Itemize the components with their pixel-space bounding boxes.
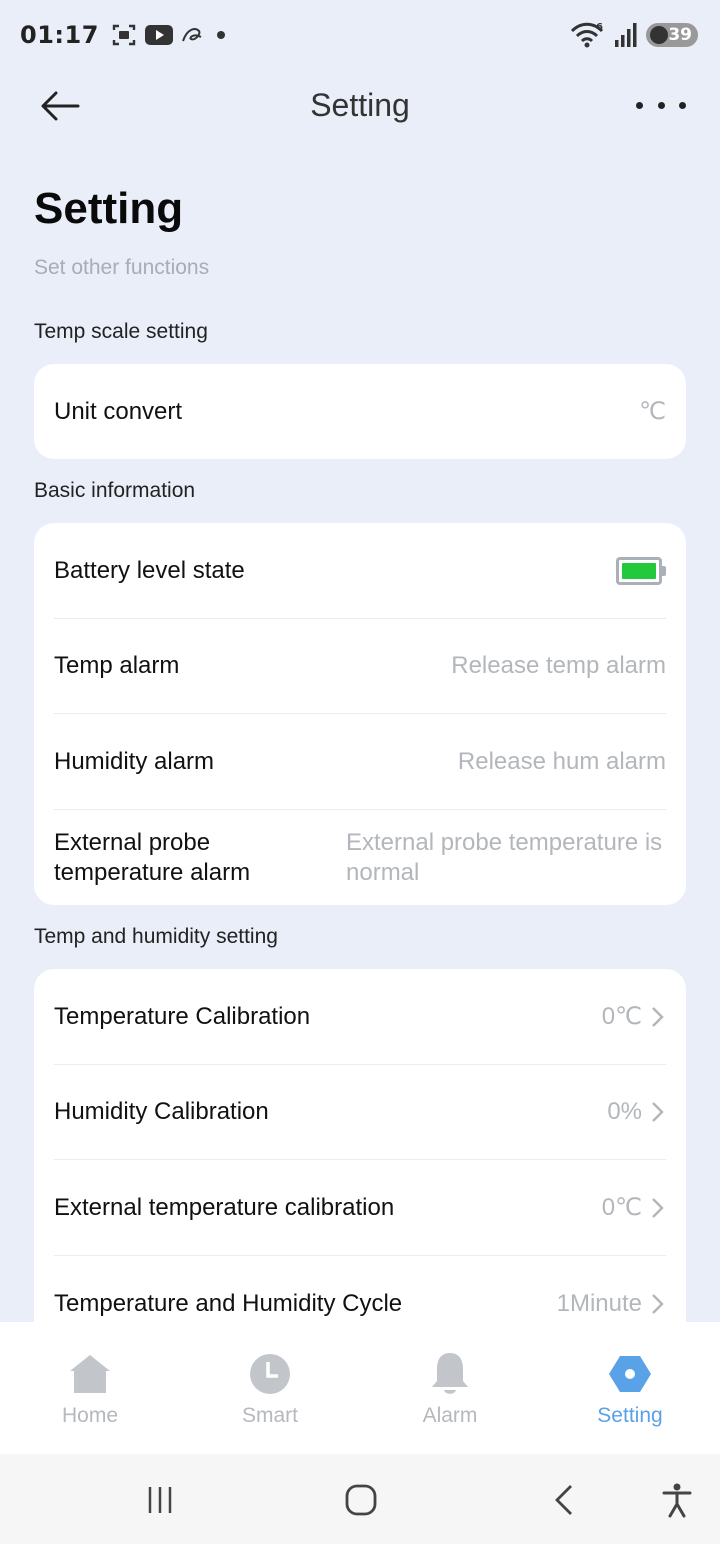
bell-icon: [428, 1352, 472, 1396]
arrow-left-icon: [41, 91, 80, 121]
row-label: External probe temperature alarm: [54, 828, 251, 886]
row-temp-humidity-cycle[interactable]: Temperature and Humidity Cycle 1Minute: [54, 1256, 666, 1329]
app-bar-title: Setting: [310, 86, 410, 123]
chevron-right-icon: [652, 1293, 664, 1314]
accessibility-button[interactable]: [655, 1478, 699, 1522]
row-value: ℃: [639, 397, 666, 425]
battery-indicator: 39: [646, 23, 698, 47]
system-nav-bar: [0, 1454, 720, 1544]
more-options-button[interactable]: [636, 90, 686, 120]
row-value-wrap: 0%: [607, 1097, 666, 1127]
link-icon: [181, 28, 202, 42]
svg-text:6: 6: [596, 22, 603, 33]
tab-alarm[interactable]: Alarm: [360, 1352, 540, 1428]
battery-saver-icon: [650, 26, 668, 44]
chevron-right-icon: [652, 1006, 664, 1027]
row-temperature-calibration[interactable]: Temperature Calibration 0℃: [54, 969, 666, 1065]
section-label-temp-humidity: Temp and humidity setting: [34, 925, 278, 948]
row-label: Temperature Calibration: [54, 1002, 311, 1030]
row-value: Release temp alarm: [451, 652, 666, 679]
row-value-wrap: 0℃: [602, 1002, 666, 1032]
screenshot-icon: [112, 24, 136, 46]
tab-label: Setting: [597, 1404, 663, 1427]
home-nav-button[interactable]: [339, 1478, 383, 1522]
wifi-icon: 6: [570, 22, 604, 48]
back-chevron-icon: [555, 1485, 572, 1515]
tab-label: Alarm: [422, 1404, 478, 1427]
hexagon-gear-icon: [608, 1352, 652, 1396]
battery-percent: 39: [668, 25, 692, 45]
battery-full-icon: [616, 556, 666, 585]
row-label: Temperature and Humidity Cycle: [54, 1289, 403, 1317]
card-basic-info: Battery level state Temp alarm Release t…: [34, 523, 686, 905]
row-label: External temperature calibration: [54, 1193, 395, 1221]
row-label: Battery level state: [54, 556, 245, 584]
tab-label: Smart: [241, 1404, 298, 1427]
more-dot-icon: [636, 101, 643, 109]
page-subtitle: Set other functions: [34, 256, 210, 279]
status-left: 01:17: [20, 21, 229, 49]
section-label-temp-scale: Temp scale setting: [34, 320, 208, 343]
status-bar: 01:17 6 39: [0, 0, 720, 70]
more-dot-icon: [657, 101, 665, 109]
row-label: Humidity alarm: [54, 747, 215, 775]
chevron-right-icon: [652, 1197, 664, 1218]
row-label: Humidity Calibration: [54, 1098, 269, 1125]
tab-setting[interactable]: Setting: [540, 1352, 720, 1428]
row-battery-level: Battery level state: [54, 523, 666, 619]
status-right: 6 39: [570, 21, 698, 49]
notification-icons: [111, 23, 229, 47]
signal-icon: [615, 23, 637, 47]
row-value: Release hum alarm: [457, 747, 666, 775]
row-humidity-calibration[interactable]: Humidity Calibration 0%: [54, 1065, 666, 1160]
tab-home[interactable]: Home: [0, 1352, 180, 1428]
row-value: 1Minute: [556, 1289, 642, 1317]
row-value: 0%: [607, 1098, 642, 1125]
dot-icon: [216, 31, 225, 39]
accessibility-icon: [662, 1483, 692, 1518]
home-circle-icon: [345, 1484, 377, 1516]
status-time: 01:17: [20, 21, 99, 49]
bottom-tab-bar: Home Smart Alarm Setting: [0, 1322, 720, 1454]
back-button[interactable]: [38, 86, 82, 126]
youtube-icon: [144, 25, 173, 45]
tab-label: Home: [61, 1404, 119, 1427]
back-nav-button[interactable]: [542, 1478, 586, 1522]
row-unit-convert[interactable]: Unit convert ℃: [54, 364, 666, 459]
home-icon: [68, 1352, 112, 1396]
recent-apps-icon: [148, 1487, 172, 1513]
row-value: External probe temperature is normal: [346, 828, 663, 886]
card-temp-humidity: Temperature Calibration 0℃ Humidity Cali…: [34, 969, 686, 1329]
card-temp-scale: Unit convert ℃: [34, 364, 686, 459]
recent-apps-button[interactable]: [138, 1478, 182, 1522]
row-label: Unit convert: [54, 397, 183, 425]
section-label-basic-info: Basic information: [34, 479, 196, 502]
row-value: 0℃: [601, 1002, 642, 1030]
app-bar: Setting: [0, 70, 720, 140]
row-value: 0℃: [601, 1193, 642, 1221]
row-external-probe-alarm: External probe temperature alarm Externa…: [54, 810, 666, 905]
row-temp-alarm: Temp alarm Release temp alarm: [54, 619, 666, 714]
chevron-right-icon: [652, 1102, 664, 1122]
row-label: Temp alarm: [54, 652, 180, 679]
row-humidity-alarm: Humidity alarm Release hum alarm: [54, 714, 666, 810]
tab-smart[interactable]: Smart: [180, 1352, 360, 1428]
row-value-wrap: 1Minute: [557, 1289, 666, 1319]
more-dot-icon: [679, 101, 686, 109]
row-external-temp-calibration[interactable]: External temperature calibration 0℃: [54, 1160, 666, 1256]
clock-icon: [248, 1352, 292, 1396]
row-value-wrap: 0℃: [602, 1193, 666, 1223]
page-title: Setting: [34, 184, 184, 233]
